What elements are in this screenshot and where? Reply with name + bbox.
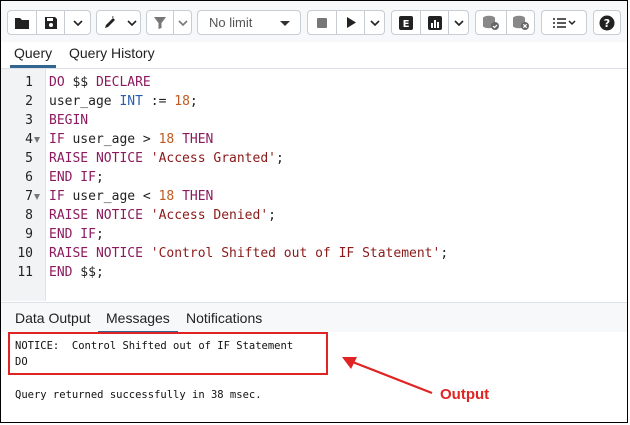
output-annotation-label: Output — [440, 386, 490, 403]
annotation-arrow-icon — [342, 357, 433, 395]
